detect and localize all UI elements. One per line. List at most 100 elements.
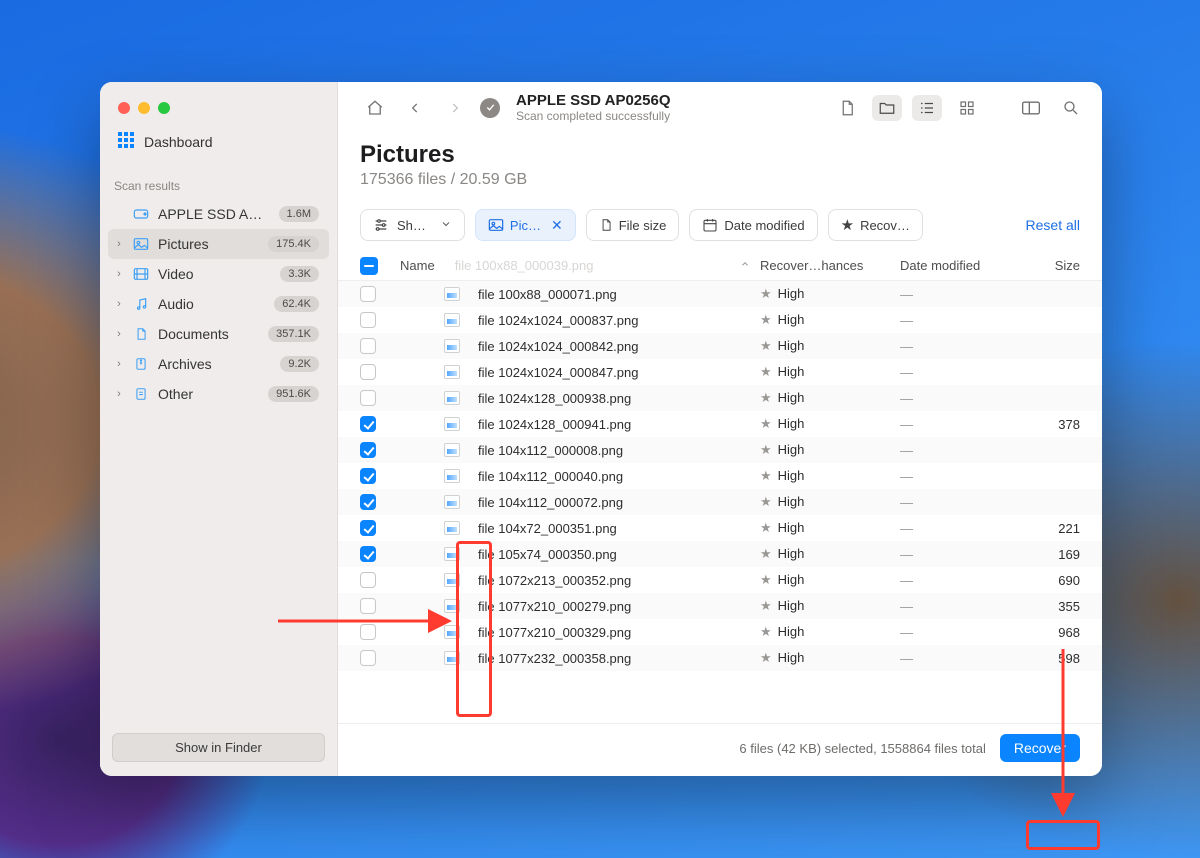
star-icon: ★ bbox=[760, 598, 772, 613]
recovery-chance: High bbox=[778, 390, 805, 405]
sidebar-item-pictures[interactable]: ›Pictures175.4K bbox=[108, 229, 329, 259]
maximize-window-button[interactable] bbox=[158, 102, 170, 114]
scan-status-text: Scan completed successfully bbox=[516, 109, 671, 123]
table-row[interactable]: file 1077x210_000329.png★High—968 bbox=[338, 619, 1102, 645]
recovery-chance: High bbox=[778, 598, 805, 613]
date-filter[interactable]: Date modified bbox=[689, 209, 817, 241]
filter-bar: Sh… Pic… ✕ File size Date modified bbox=[338, 193, 1102, 251]
type-filter[interactable]: Pic… ✕ bbox=[475, 209, 576, 241]
row-checkbox[interactable] bbox=[360, 468, 376, 484]
sidebar-item-documents[interactable]: ›Documents357.1K bbox=[108, 319, 329, 349]
search-button[interactable] bbox=[1056, 95, 1086, 121]
file-name: file 1077x210_000329.png bbox=[478, 625, 631, 640]
show-in-finder-button[interactable]: Show in Finder bbox=[112, 733, 325, 762]
minimize-window-button[interactable] bbox=[138, 102, 150, 114]
table-row[interactable]: file 104x112_000008.png★High— bbox=[338, 437, 1102, 463]
filesize-filter[interactable]: File size bbox=[586, 209, 680, 241]
row-checkbox[interactable] bbox=[360, 598, 376, 614]
file-thumb-icon bbox=[444, 521, 460, 535]
row-checkbox[interactable] bbox=[360, 624, 376, 640]
table-row[interactable]: file 104x112_000040.png★High— bbox=[338, 463, 1102, 489]
date-modified: — bbox=[900, 495, 1020, 510]
date-modified: — bbox=[900, 339, 1020, 354]
show-filter[interactable]: Sh… bbox=[360, 209, 465, 241]
table-row[interactable]: file 104x112_000072.png★High— bbox=[338, 489, 1102, 515]
row-checkbox[interactable] bbox=[360, 416, 376, 432]
column-date[interactable]: Date modified bbox=[900, 258, 1020, 273]
file-thumb-icon bbox=[444, 469, 460, 483]
sidebar-item-apple-ssd-ap0-[interactable]: APPLE SSD AP0…1.6M bbox=[108, 199, 329, 229]
file-name: file 104x72_000351.png bbox=[478, 521, 617, 536]
chevron-right-icon: › bbox=[114, 328, 124, 340]
table-row[interactable]: file 1024x128_000938.png★High— bbox=[338, 385, 1102, 411]
view-grid-button[interactable] bbox=[952, 95, 982, 121]
audio-icon bbox=[132, 295, 150, 313]
file-thumb-icon bbox=[444, 573, 460, 587]
recovery-chance: High bbox=[778, 416, 805, 431]
sidebar-item-other[interactable]: ›Other951.6K bbox=[108, 379, 329, 409]
close-window-button[interactable] bbox=[118, 102, 130, 114]
row-checkbox[interactable] bbox=[360, 494, 376, 510]
row-checkbox[interactable] bbox=[360, 312, 376, 328]
select-all-checkbox[interactable] bbox=[360, 257, 378, 275]
recovery-filter[interactable]: ★ Recov… bbox=[828, 209, 923, 241]
view-doc-button[interactable] bbox=[832, 95, 862, 121]
file-name: file 1024x1024_000842.png bbox=[478, 339, 638, 354]
home-button[interactable] bbox=[360, 95, 390, 121]
row-checkbox[interactable] bbox=[360, 546, 376, 562]
other-icon bbox=[132, 385, 150, 403]
view-list-button[interactable] bbox=[912, 95, 942, 121]
column-size[interactable]: Size bbox=[1020, 258, 1080, 273]
back-button[interactable] bbox=[400, 95, 430, 121]
row-checkbox[interactable] bbox=[360, 390, 376, 406]
file-name: file 104x112_000008.png bbox=[478, 443, 623, 458]
table-row[interactable]: file 1077x232_000358.png★High—598 bbox=[338, 645, 1102, 671]
table-row[interactable]: file 1024x1024_000847.png★High— bbox=[338, 359, 1102, 385]
date-modified: — bbox=[900, 599, 1020, 614]
file-name: file 1024x128_000938.png bbox=[478, 391, 631, 406]
file-thumb-icon bbox=[444, 417, 460, 431]
sidebar-item-label: Video bbox=[158, 266, 272, 282]
sidebar-item-archives[interactable]: ›Archives9.2K bbox=[108, 349, 329, 379]
sidebar-toggle-button[interactable] bbox=[1016, 95, 1046, 121]
annotation-box-recover bbox=[1026, 820, 1100, 850]
recover-button[interactable]: Recover bbox=[1000, 734, 1080, 762]
view-folder-button[interactable] bbox=[872, 95, 902, 121]
star-icon: ★ bbox=[760, 520, 772, 535]
doc-icon bbox=[132, 325, 150, 343]
table-row[interactable]: file 100x88_000071.png★High— bbox=[338, 281, 1102, 307]
row-checkbox[interactable] bbox=[360, 520, 376, 536]
table-row[interactable]: file 1024x1024_000842.png★High— bbox=[338, 333, 1102, 359]
sidebar-item-audio[interactable]: ›Audio62.4K bbox=[108, 289, 329, 319]
table-row[interactable]: file 1024x128_000941.png★High—378 bbox=[338, 411, 1102, 437]
row-checkbox[interactable] bbox=[360, 442, 376, 458]
sidebar-item-count: 3.3K bbox=[280, 266, 319, 282]
sidebar-item-count: 9.2K bbox=[280, 356, 319, 372]
column-name[interactable]: Name bbox=[400, 258, 435, 273]
clear-type-filter-icon[interactable]: ✕ bbox=[551, 217, 563, 234]
row-checkbox[interactable] bbox=[360, 338, 376, 354]
date-modified: — bbox=[900, 573, 1020, 588]
file-name: file 1072x213_000352.png bbox=[478, 573, 631, 588]
sort-asc-icon[interactable] bbox=[740, 259, 750, 272]
sidebar-item-count: 951.6K bbox=[268, 386, 319, 402]
table-row[interactable]: file 1072x213_000352.png★High—690 bbox=[338, 567, 1102, 593]
row-checkbox[interactable] bbox=[360, 286, 376, 302]
table-row[interactable]: file 104x72_000351.png★High—221 bbox=[338, 515, 1102, 541]
star-icon: ★ bbox=[760, 416, 772, 431]
sidebar-item-video[interactable]: ›Video3.3K bbox=[108, 259, 329, 289]
recovery-chance: High bbox=[778, 364, 805, 379]
row-checkbox[interactable] bbox=[360, 650, 376, 666]
dashboard-nav[interactable]: Dashboard bbox=[100, 126, 337, 157]
column-recovery[interactable]: Recover…hances bbox=[760, 258, 900, 273]
row-checkbox[interactable] bbox=[360, 364, 376, 380]
date-modified: — bbox=[900, 521, 1020, 536]
forward-button[interactable] bbox=[440, 95, 470, 121]
reset-filters-button[interactable]: Reset all bbox=[1026, 217, 1080, 233]
table-row[interactable]: file 105x74_000350.png★High—169 bbox=[338, 541, 1102, 567]
chevron-right-icon: › bbox=[114, 358, 124, 370]
row-checkbox[interactable] bbox=[360, 572, 376, 588]
table-row[interactable]: file 1024x1024_000837.png★High— bbox=[338, 307, 1102, 333]
table-row[interactable]: file 1077x210_000279.png★High—355 bbox=[338, 593, 1102, 619]
file-name: file 1077x232_000358.png bbox=[478, 651, 631, 666]
